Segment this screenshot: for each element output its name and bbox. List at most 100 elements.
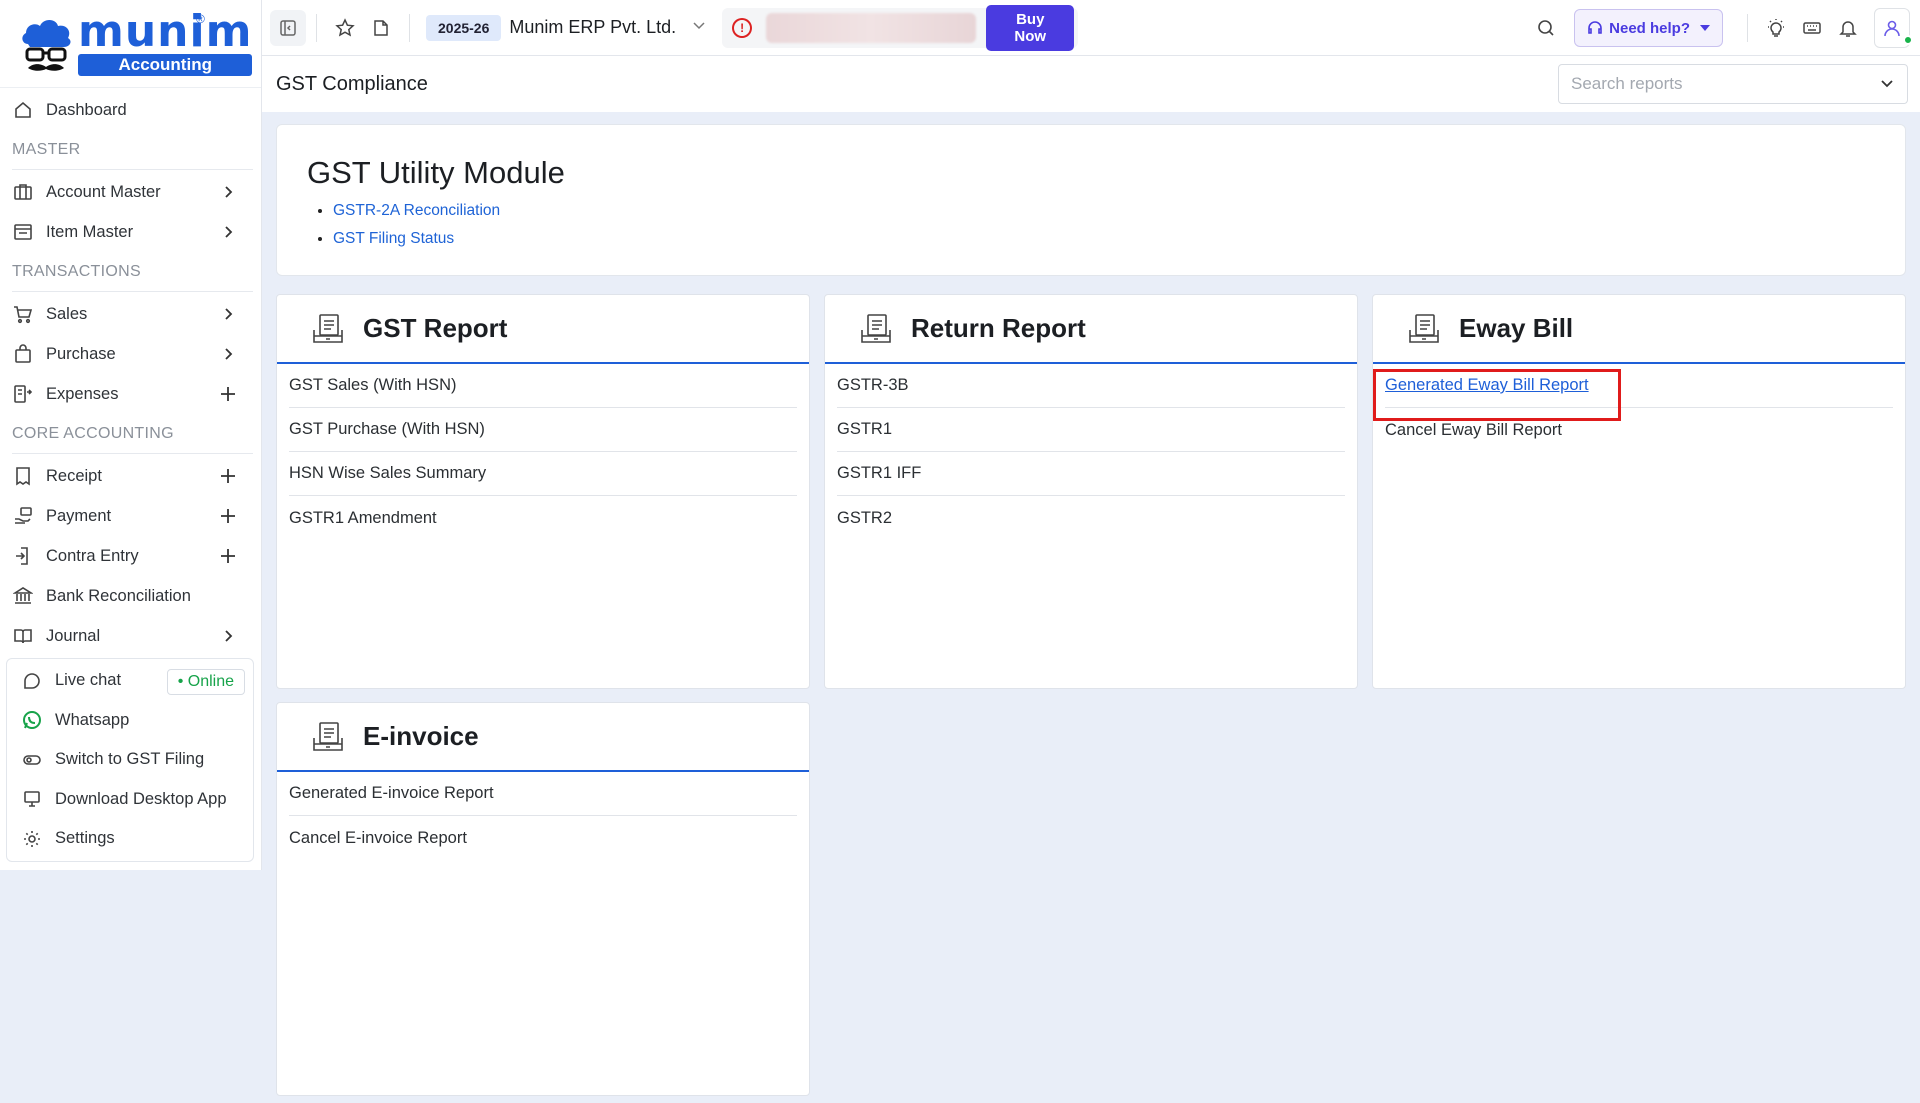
gst-filing-status-link[interactable]: GST Filing Status xyxy=(333,225,1875,253)
lightbulb-icon[interactable] xyxy=(1758,10,1794,46)
keyboard-icon[interactable] xyxy=(1794,10,1830,46)
page-title: GST Compliance xyxy=(276,72,428,95)
gstr2a-reconciliation-link[interactable]: GSTR-2A Reconciliation xyxy=(333,197,1875,225)
report-item-gstr2[interactable]: GSTR2 xyxy=(837,496,1345,540)
home-icon xyxy=(12,99,34,121)
highlight-annotation xyxy=(1373,369,1621,421)
card-title: Return Report xyxy=(911,313,1086,343)
divider xyxy=(409,13,410,42)
brand-sub: Accounting xyxy=(78,53,253,76)
monitor-icon xyxy=(21,788,43,810)
divider xyxy=(1747,14,1748,42)
card-header: GST Report xyxy=(277,295,809,364)
sidebar-item-journal[interactable]: Journal xyxy=(12,616,253,656)
sidebar-item-receipt[interactable]: Receipt xyxy=(12,456,253,496)
switch-gst-filing-label: Switch to GST Filing xyxy=(55,750,205,769)
search-icon[interactable] xyxy=(1528,10,1564,46)
toggle-icon xyxy=(21,749,43,771)
live-chat-item[interactable]: Live chat • Online xyxy=(21,661,253,701)
card-list: GST Sales (With HSN) GST Purchase (With … xyxy=(277,364,809,540)
subscription-alert: ! Buy Now xyxy=(722,4,1079,51)
sidebar-nav: Dashboard MASTER Account Master Item Mas… xyxy=(0,90,261,656)
card-header: Eway Bill xyxy=(1373,295,1905,364)
card-title: Eway Bill xyxy=(1459,313,1574,343)
bank-icon xyxy=(12,585,34,607)
document-icon[interactable] xyxy=(363,10,399,46)
whatsapp-icon xyxy=(21,709,43,731)
sidebar-item-account-master[interactable]: Account Master xyxy=(12,172,253,212)
whatsapp-item[interactable]: Whatsapp xyxy=(21,701,253,741)
switch-gst-filing-item[interactable]: Switch to GST Filing xyxy=(21,740,253,780)
sidebar-item-purchase[interactable]: Purchase xyxy=(12,334,253,374)
sidebar-item-label: Purchase xyxy=(46,344,116,363)
return-report-card: Return Report GSTR-3B GSTR1 GSTR1 IFF GS… xyxy=(824,294,1358,689)
report-item-generated-e-invoice[interactable]: Generated E-invoice Report xyxy=(289,772,797,816)
plus-icon[interactable] xyxy=(217,545,239,567)
online-dot xyxy=(1903,35,1913,45)
report-stack-icon xyxy=(311,312,345,346)
sidebar-support-panel: Live chat • Online Whatsapp Switch to GS… xyxy=(6,658,254,862)
sidebar-item-label: Account Master xyxy=(46,182,161,201)
download-desktop-app-item[interactable]: Download Desktop App xyxy=(21,780,253,820)
plus-icon[interactable] xyxy=(217,505,239,527)
company-name[interactable]: Munim ERP Pvt. Ltd. xyxy=(509,17,676,38)
report-item-gstr-3b[interactable]: GSTR-3B xyxy=(837,364,1345,408)
utility-links: GSTR-2A Reconciliation GST Filing Status xyxy=(307,197,1875,253)
plus-icon[interactable] xyxy=(217,465,239,487)
sidebar-item-label: Journal xyxy=(46,626,101,645)
sidebar-item-bank-reconciliation[interactable]: Bank Reconciliation xyxy=(12,576,253,616)
whatsapp-label: Whatsapp xyxy=(55,710,130,729)
chevron-right-icon xyxy=(217,303,239,325)
report-stack-icon xyxy=(1407,312,1441,346)
chevron-right-icon xyxy=(217,343,239,365)
card-title: GST Report xyxy=(363,313,508,343)
gear-icon xyxy=(21,828,43,850)
receipt-icon xyxy=(12,465,34,487)
need-help-button[interactable]: Need help? xyxy=(1574,9,1723,47)
section-transactions: TRANSACTIONS xyxy=(12,252,253,292)
financial-year-badge[interactable]: 2025-26 xyxy=(426,14,502,41)
report-item-gst-purchase-hsn[interactable]: GST Purchase (With HSN) xyxy=(289,408,797,452)
sidebar-item-sales[interactable]: Sales xyxy=(12,294,253,334)
download-desktop-app-label: Download Desktop App xyxy=(55,789,227,808)
report-item-gst-sales-hsn[interactable]: GST Sales (With HSN) xyxy=(289,364,797,408)
shopping-bag-icon xyxy=(12,343,34,365)
book-icon xyxy=(12,625,34,647)
sidebar-item-expenses[interactable]: Expenses xyxy=(12,374,253,414)
sidebar-item-item-master[interactable]: Item Master xyxy=(12,212,253,252)
settings-item[interactable]: Settings xyxy=(21,819,253,859)
sidebar-item-label: Item Master xyxy=(46,222,134,241)
briefcase-icon xyxy=(12,181,34,203)
page-header: GST Compliance Search reports xyxy=(262,56,1920,112)
caret-down-icon xyxy=(1700,24,1710,32)
search-reports-select[interactable]: Search reports xyxy=(1558,64,1908,104)
user-avatar[interactable] xyxy=(1874,8,1913,48)
expenses-icon xyxy=(12,383,34,405)
brand-logo[interactable]: munim Accounting ® xyxy=(0,0,261,88)
report-item-hsn-wise-sales[interactable]: HSN Wise Sales Summary xyxy=(289,452,797,496)
munim-mascot-icon xyxy=(18,14,74,74)
sidebar-item-contra-entry[interactable]: Contra Entry xyxy=(12,536,253,576)
collapse-sidebar-button[interactable] xyxy=(270,9,306,46)
plus-icon[interactable] xyxy=(217,383,239,405)
chevron-right-icon xyxy=(217,221,239,243)
chevron-down-icon[interactable] xyxy=(692,18,706,37)
chat-icon xyxy=(21,670,43,692)
star-icon[interactable] xyxy=(327,10,363,46)
gst-report-card: GST Report GST Sales (With HSN) GST Purc… xyxy=(276,294,810,689)
eway-bill-card: Eway Bill Generated Eway Bill Report Can… xyxy=(1372,294,1906,689)
blurred-message xyxy=(766,12,977,43)
sidebar-item-dashboard[interactable]: Dashboard xyxy=(12,90,253,130)
card-title: E-invoice xyxy=(363,721,479,751)
alert-icon: ! xyxy=(732,17,752,38)
report-item-gstr1-iff[interactable]: GSTR1 IFF xyxy=(837,452,1345,496)
contra-icon xyxy=(12,545,34,567)
sidebar-item-label: Payment xyxy=(46,506,112,525)
buy-now-button[interactable]: Buy Now xyxy=(986,4,1075,51)
sidebar-item-payment[interactable]: Payment xyxy=(12,496,253,536)
report-item-gstr1-amendment[interactable]: GSTR1 Amendment xyxy=(289,496,797,540)
sidebar: munim Accounting ® Dashboard MASTER Acco… xyxy=(0,0,262,870)
report-item-cancel-e-invoice[interactable]: Cancel E-invoice Report xyxy=(289,816,797,860)
report-item-gstr1[interactable]: GSTR1 xyxy=(837,408,1345,452)
notification-bell-icon[interactable] xyxy=(1830,10,1866,46)
